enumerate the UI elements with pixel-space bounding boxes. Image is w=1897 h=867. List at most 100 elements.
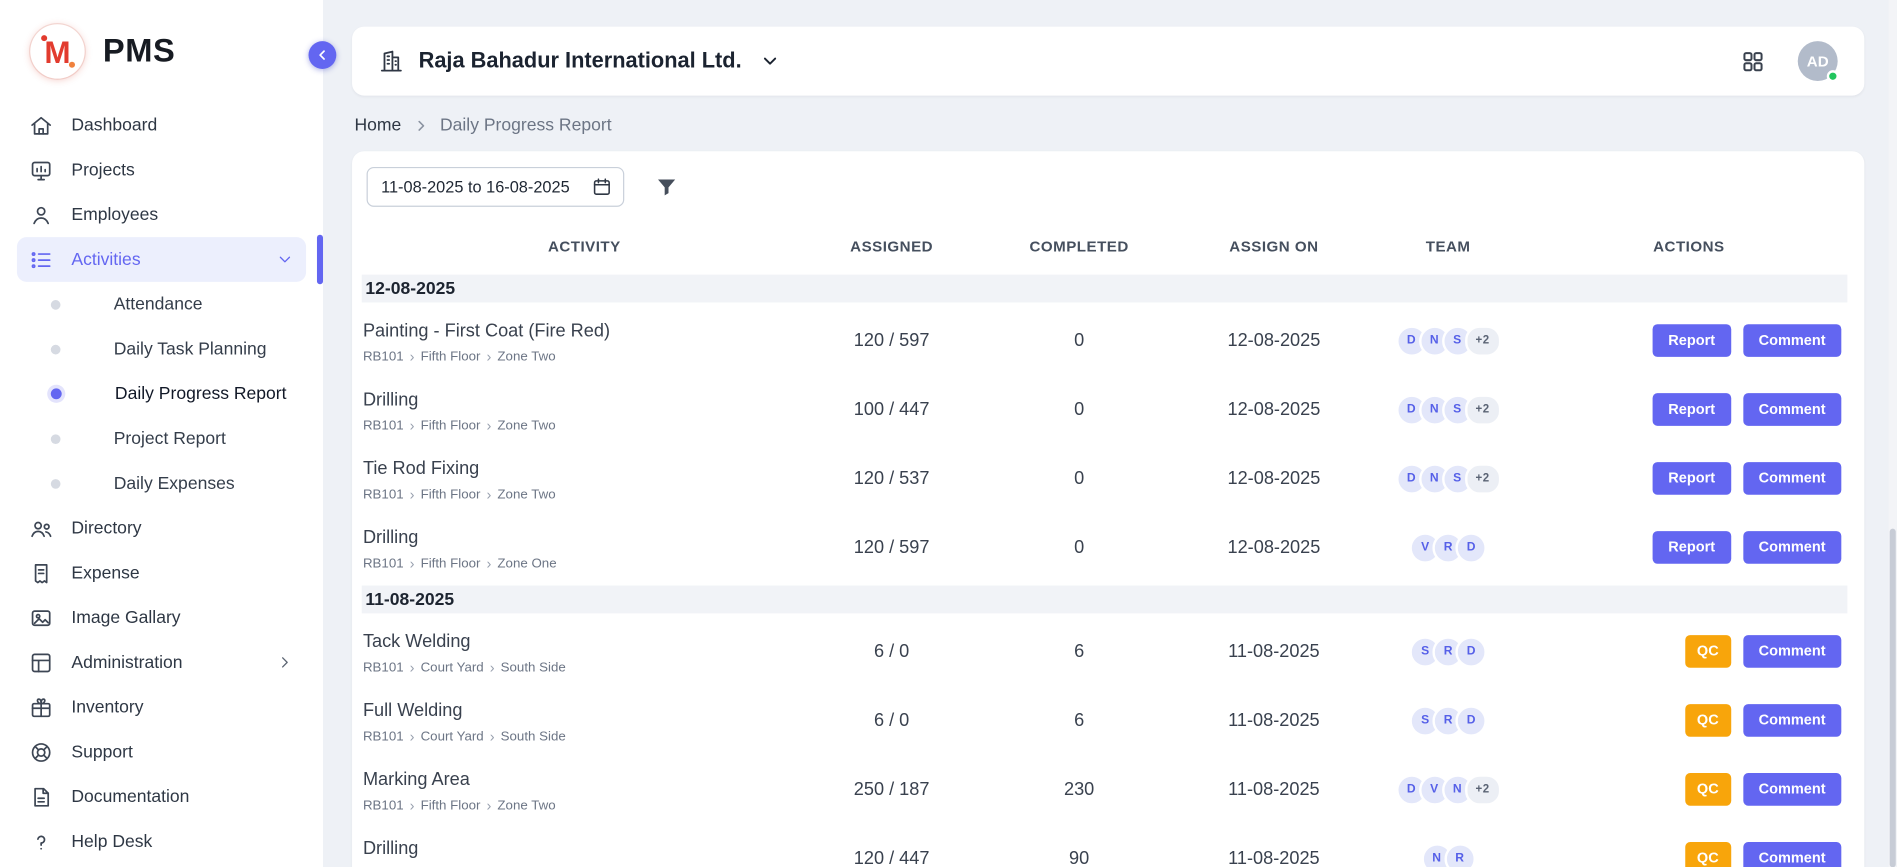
team-member-avatar[interactable]: D bbox=[1455, 636, 1486, 667]
sidebar-item-directory[interactable]: Directory bbox=[17, 506, 306, 551]
column-header: ACTIONS bbox=[1530, 238, 1847, 255]
sidebar-subitem-daily-progress-report[interactable]: Daily Progress Report bbox=[17, 371, 306, 416]
location-crumb: Fifth Floor bbox=[421, 798, 481, 813]
location-crumb: Court Yard bbox=[421, 729, 484, 744]
sidebar-item-inventory[interactable]: Inventory bbox=[17, 685, 306, 730]
comment-button[interactable]: Comment bbox=[1743, 324, 1841, 357]
chevron-right-icon: › bbox=[410, 660, 415, 675]
sidebar-item-label: Documentation bbox=[71, 787, 294, 806]
assigned-cell: 100 / 447 bbox=[807, 399, 976, 420]
breadcrumb-home[interactable]: Home bbox=[354, 116, 401, 135]
comment-button[interactable]: Comment bbox=[1743, 635, 1841, 668]
logo-icon: M bbox=[30, 24, 84, 78]
comment-button[interactable]: Comment bbox=[1743, 393, 1841, 426]
report-button[interactable]: Report bbox=[1653, 324, 1731, 357]
chevron-right-icon: › bbox=[487, 487, 492, 502]
sidebar-item-label: Administration bbox=[71, 653, 257, 672]
sidebar-item-projects[interactable]: Projects bbox=[17, 148, 306, 193]
bullet-icon bbox=[51, 344, 61, 354]
sidebar-subitem-daily-expenses[interactable]: Daily Expenses bbox=[17, 461, 306, 506]
sidebar-item-administration[interactable]: Administration bbox=[17, 640, 306, 685]
team-cell: DVN+2 bbox=[1366, 774, 1531, 805]
report-button[interactable]: Report bbox=[1653, 531, 1731, 564]
inventory-icon bbox=[29, 695, 53, 719]
sidebar-subitem-attendance[interactable]: Attendance bbox=[17, 282, 306, 327]
topbar: Raja Bahadur International Ltd. AD bbox=[352, 27, 1864, 96]
company-selector[interactable]: Raja Bahadur International Ltd. bbox=[379, 48, 781, 73]
table-row: Drilling RB101›Fifth Floor›Zone Two 120 … bbox=[362, 824, 1848, 867]
sidebar-subitem-daily-task-planning[interactable]: Daily Task Planning bbox=[17, 327, 306, 372]
qc-button[interactable]: QC bbox=[1685, 635, 1731, 668]
location-crumb: Zone Two bbox=[497, 418, 555, 433]
report-button[interactable]: Report bbox=[1653, 393, 1731, 426]
user-avatar[interactable]: AD bbox=[1798, 41, 1838, 81]
chevron-right-icon: › bbox=[410, 729, 415, 744]
completed-cell: 230 bbox=[976, 779, 1182, 800]
date-range-input[interactable]: 11-08-2025 to 16-08-2025 bbox=[367, 167, 625, 207]
activity-cell: Tie Rod Fixing RB101›Fifth Floor›Zone Tw… bbox=[362, 449, 807, 507]
activity-title: Drilling bbox=[363, 527, 807, 548]
chevron-right-icon: › bbox=[487, 418, 492, 433]
sidebar-subitem-label: Project Report bbox=[114, 429, 226, 448]
scrollbar-track[interactable] bbox=[1888, 0, 1896, 867]
sidebar-item-image-gallary[interactable]: Image Gallary bbox=[17, 595, 306, 640]
sidebar-item-documentation[interactable]: Documentation bbox=[17, 774, 306, 819]
sidebar-subitem-project-report[interactable]: Project Report bbox=[17, 416, 306, 461]
directory-icon bbox=[29, 516, 53, 540]
bullet-icon bbox=[51, 434, 61, 444]
team-more-badge[interactable]: +2 bbox=[1464, 463, 1500, 494]
sidebar-item-dashboard[interactable]: Dashboard bbox=[17, 103, 306, 148]
group-date: 11-08-2025 bbox=[365, 590, 454, 609]
assign-on-cell: 12-08-2025 bbox=[1182, 537, 1366, 558]
sidebar-item-expense[interactable]: Expense bbox=[17, 550, 306, 595]
sidebar-collapse-button[interactable] bbox=[308, 41, 336, 69]
qc-button[interactable]: QC bbox=[1685, 842, 1731, 867]
team-more-badge[interactable]: +2 bbox=[1464, 394, 1500, 425]
activity-path: RB101›Fifth Floor›Zone Two bbox=[363, 798, 807, 813]
help-icon bbox=[29, 829, 53, 853]
sidebar-item-support[interactable]: Support bbox=[17, 730, 306, 775]
location-crumb: Zone Two bbox=[497, 487, 555, 502]
qc-button[interactable]: QC bbox=[1685, 773, 1731, 806]
assigned-cell: 120 / 537 bbox=[807, 468, 976, 489]
completed-cell: 0 bbox=[976, 330, 1182, 351]
column-header: COMPLETED bbox=[976, 238, 1182, 255]
sidebar-item-label: Projects bbox=[71, 160, 294, 179]
expense-icon bbox=[29, 561, 53, 585]
actions-cell: Report Comment bbox=[1530, 393, 1847, 426]
sidebar-nav: Dashboard Projects EmployeesActivitiesAtte… bbox=[0, 93, 323, 867]
comment-button[interactable]: Comment bbox=[1743, 773, 1841, 806]
comment-button[interactable]: Comment bbox=[1743, 531, 1841, 564]
activity-title: Full Welding bbox=[363, 700, 807, 721]
comment-button[interactable]: Comment bbox=[1743, 842, 1841, 867]
app-title: PMS bbox=[103, 33, 176, 71]
location-crumb: South Side bbox=[501, 660, 566, 675]
chevron-right-icon: › bbox=[410, 798, 415, 813]
comment-button[interactable]: Comment bbox=[1743, 704, 1841, 737]
sidebar-item-employees[interactable]: Employees bbox=[17, 192, 306, 237]
scrollbar-thumb[interactable] bbox=[1890, 529, 1896, 867]
team-member-avatar[interactable]: R bbox=[1444, 843, 1475, 867]
team-member-avatar[interactable]: D bbox=[1455, 705, 1486, 736]
chevron-right-icon: › bbox=[410, 349, 415, 364]
sidebar-item-activities[interactable]: Activities bbox=[17, 237, 306, 282]
team-member-avatar[interactable]: D bbox=[1455, 532, 1486, 563]
table-header: ACTIVITYASSIGNEDCOMPLETEDASSIGN ONTEAMAC… bbox=[362, 231, 1848, 271]
avatar-initials: AD bbox=[1807, 53, 1829, 70]
apps-grid-icon[interactable] bbox=[1741, 49, 1765, 73]
team-more-badge[interactable]: +2 bbox=[1464, 325, 1500, 356]
team-more-badge[interactable]: +2 bbox=[1464, 774, 1500, 805]
filter-icon[interactable] bbox=[655, 175, 679, 199]
team-cell: VRD bbox=[1366, 532, 1531, 563]
sidebar-item-help-desk[interactable]: Help Desk bbox=[17, 819, 306, 864]
qc-button[interactable]: QC bbox=[1685, 704, 1731, 737]
bullet-icon bbox=[51, 388, 62, 399]
bullet-icon bbox=[51, 299, 61, 309]
breadcrumb: Home Daily Progress Report bbox=[352, 96, 1864, 152]
chevron-right-icon: › bbox=[490, 660, 495, 675]
activity-cell: Tack Welding RB101›Court Yard›South Side bbox=[362, 622, 807, 680]
report-button[interactable]: Report bbox=[1653, 462, 1731, 495]
sidebar-item-label: Support bbox=[71, 742, 294, 761]
comment-button[interactable]: Comment bbox=[1743, 462, 1841, 495]
activity-path: RB101›Fifth Floor›Zone Two bbox=[363, 487, 807, 502]
